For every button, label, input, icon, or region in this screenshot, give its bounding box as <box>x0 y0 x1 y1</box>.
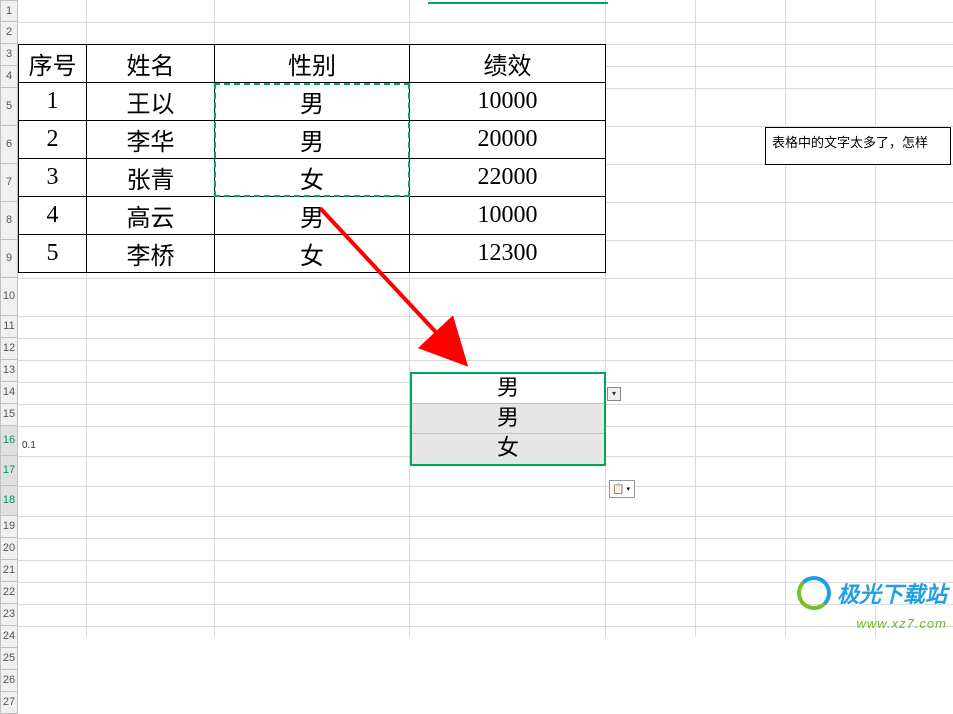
row-header[interactable]: 13 <box>0 360 18 382</box>
pasted-cell[interactable]: 男 <box>412 404 604 434</box>
cell[interactable]: 王以 <box>87 83 215 121</box>
cell[interactable]: 20000 <box>410 121 606 159</box>
row-header[interactable]: 11 <box>0 316 18 338</box>
paste-destination-selection[interactable]: 男 男 女 <box>410 372 606 466</box>
row-header[interactable]: 17 <box>0 456 18 486</box>
row-header[interactable]: 15 <box>0 404 18 426</box>
row-header[interactable]: 10 <box>0 278 18 316</box>
row-header[interactable]: 3 <box>0 44 18 66</box>
cell-a18-value[interactable]: 0.1 <box>22 440 36 451</box>
watermark: 极光下载站 www.xz7.com <box>797 576 947 631</box>
col-header[interactable]: 性别 <box>215 45 410 83</box>
table-row: 5李桥女12300 <box>19 235 606 273</box>
row-header[interactable]: 6 <box>0 126 18 164</box>
active-cell-indicator <box>428 0 608 4</box>
row-header[interactable]: 24 <box>0 626 18 648</box>
cell[interactable]: 12300 <box>410 235 606 273</box>
table-row: 1王以男10000 <box>19 83 606 121</box>
row-header[interactable]: 25 <box>0 648 18 670</box>
cell[interactable]: 10000 <box>410 197 606 235</box>
cell[interactable]: 女 <box>215 159 410 197</box>
logo-swirl-icon <box>797 576 831 610</box>
row-header[interactable]: 4 <box>0 66 18 88</box>
col-header[interactable]: 序号 <box>19 45 87 83</box>
chevron-down-icon: ▾ <box>626 485 630 493</box>
row-header[interactable]: 19 <box>0 516 18 538</box>
table-row: 2李华男20000 <box>19 121 606 159</box>
row-header[interactable]: 23 <box>0 604 18 626</box>
comment-box[interactable]: 表格中的文字太多了，怎样 <box>765 127 951 165</box>
cell[interactable]: 李华 <box>87 121 215 159</box>
table-row: 4高云男10000 <box>19 197 606 235</box>
row-header[interactable]: 18 <box>0 486 18 516</box>
col-header[interactable]: 绩效 <box>410 45 606 83</box>
cell[interactable]: 李桥 <box>87 235 215 273</box>
row-header[interactable]: 22 <box>0 582 18 604</box>
cell[interactable]: 10000 <box>410 83 606 121</box>
col-header[interactable]: 姓名 <box>87 45 215 83</box>
cell[interactable]: 5 <box>19 235 87 273</box>
cell[interactable]: 男 <box>215 83 410 121</box>
cell[interactable]: 3 <box>19 159 87 197</box>
table-row: 3张青女22000 <box>19 159 606 197</box>
row-header[interactable]: 14 <box>0 382 18 404</box>
row-header[interactable]: 8 <box>0 202 18 240</box>
row-header[interactable]: 20 <box>0 538 18 560</box>
cell[interactable]: 高云 <box>87 197 215 235</box>
cell[interactable]: 男 <box>215 197 410 235</box>
cell[interactable]: 男 <box>215 121 410 159</box>
autofill-dropdown-button[interactable]: ▾ <box>607 387 621 401</box>
cell[interactable]: 4 <box>19 197 87 235</box>
pasted-cell[interactable]: 女 <box>412 434 604 464</box>
watermark-url: www.xz7.com <box>797 616 947 631</box>
row-header-gutter[interactable]: 1234567891011121314151617181920212223242… <box>0 0 18 714</box>
data-table[interactable]: 序号 姓名 性别 绩效 1王以男10000 2李华男20000 3张青女2200… <box>18 44 606 273</box>
cell[interactable]: 2 <box>19 121 87 159</box>
cell[interactable]: 张青 <box>87 159 215 197</box>
row-header[interactable]: 7 <box>0 164 18 202</box>
cell[interactable]: 22000 <box>410 159 606 197</box>
table-header-row: 序号 姓名 性别 绩效 <box>19 45 606 83</box>
row-header[interactable]: 27 <box>0 692 18 714</box>
clipboard-icon: 📋 <box>612 484 624 495</box>
paste-options-button[interactable]: 📋 ▾ <box>609 480 635 498</box>
row-header[interactable]: 21 <box>0 560 18 582</box>
cell[interactable]: 女 <box>215 235 410 273</box>
cell[interactable]: 1 <box>19 83 87 121</box>
row-header[interactable]: 2 <box>0 22 18 44</box>
watermark-title: 极光下载站 <box>837 577 947 609</box>
row-header[interactable]: 26 <box>0 670 18 692</box>
row-header[interactable]: 9 <box>0 240 18 278</box>
row-header[interactable]: 5 <box>0 88 18 126</box>
pasted-cell[interactable]: 男 <box>412 374 604 404</box>
row-header[interactable]: 16 <box>0 426 18 456</box>
row-header[interactable]: 12 <box>0 338 18 360</box>
row-header[interactable]: 1 <box>0 0 18 22</box>
